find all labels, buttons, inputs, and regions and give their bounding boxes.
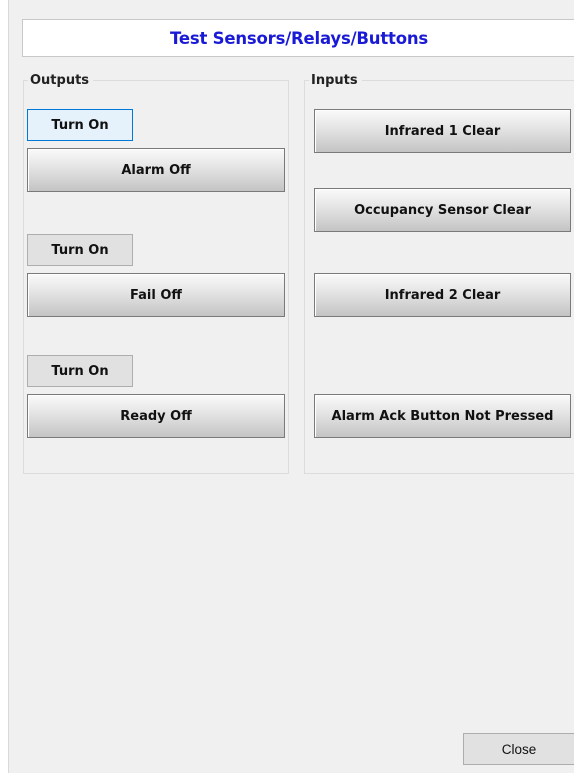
close-button[interactable]: Close [463,733,574,765]
page-title: Test Sensors/Relays/Buttons [169,28,429,48]
infrared-2-status-button[interactable]: Infrared 2 Clear [314,273,571,317]
outputs-group-label: Outputs [28,73,94,89]
infrared-1-status-button[interactable]: Infrared 1 Clear [314,109,571,153]
dialog-window: Test Sensors/Relays/Buttons Outputs Turn… [8,0,574,773]
fail-status-button[interactable]: Fail Off [27,273,285,317]
alarm-ack-button-status-button[interactable]: Alarm Ack Button Not Pressed [314,394,571,438]
alarm-turn-on-button[interactable]: Turn On [27,109,133,141]
ready-turn-on-button[interactable]: Turn On [27,355,133,387]
occupancy-sensor-status-button[interactable]: Occupancy Sensor Clear [314,188,571,232]
ready-status-button[interactable]: Ready Off [27,394,285,438]
alarm-status-button[interactable]: Alarm Off [27,148,285,192]
inputs-group-label: Inputs [309,73,362,89]
title-bar: Test Sensors/Relays/Buttons [22,19,574,57]
fail-turn-on-button[interactable]: Turn On [27,234,133,266]
